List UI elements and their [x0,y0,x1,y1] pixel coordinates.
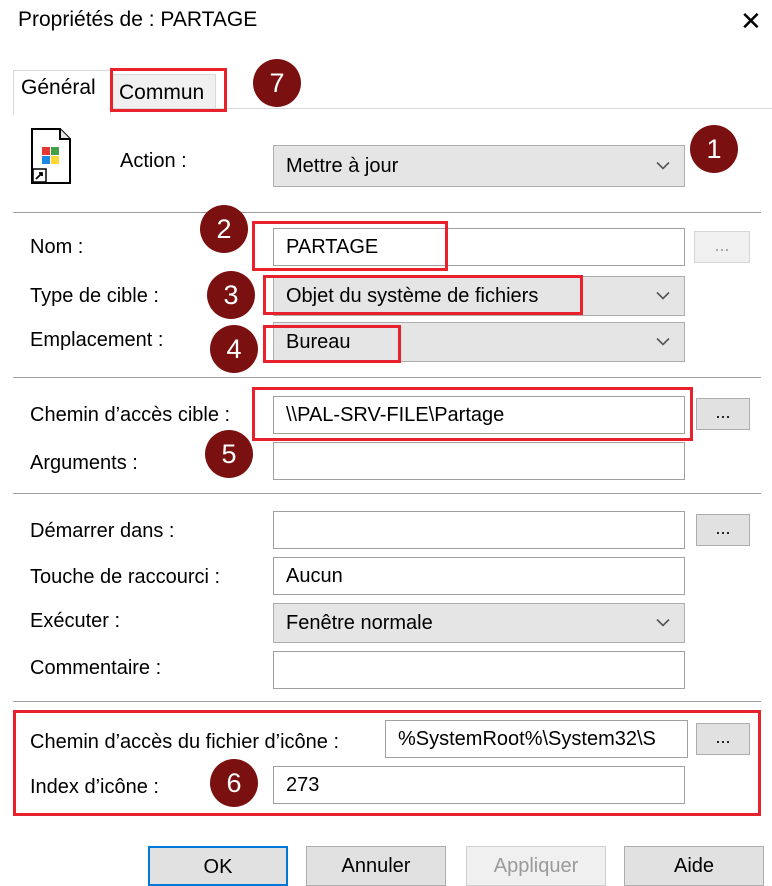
badge-7: 7 [253,59,301,107]
target-path-browse-button[interactable]: ... [696,398,750,430]
shortcut-key-field[interactable]: Aucun [273,557,685,595]
highlight-box-4 [263,325,401,363]
target-type-label: Type de cible : [30,285,159,307]
target-path-label: Chemin d’accès cible : [30,404,231,426]
close-icon[interactable]: ✕ [740,6,762,37]
help-button[interactable]: Aide [624,846,764,886]
badge-4: 4 [210,325,258,373]
action-label: Action : [120,150,187,172]
start-in-field[interactable] [273,511,685,549]
arguments-field[interactable] [273,442,685,480]
section-divider [13,493,761,494]
run-label: Exécuter : [30,610,121,632]
name-browse-button[interactable]: ... [694,231,750,263]
tab-general-label: Général [21,76,96,99]
badge-3: 3 [207,271,255,319]
shortcut-file-icon [31,128,71,184]
section-divider [13,377,761,378]
action-select[interactable]: Mettre à jour [273,145,685,187]
highlight-box-7 [110,68,227,112]
comment-field[interactable] [273,651,685,689]
run-value: Fenêtre normale [286,611,433,634]
chevron-down-icon [656,618,670,627]
highlight-box-5 [252,387,693,441]
tab-general[interactable]: Général [13,70,111,115]
ok-button[interactable]: OK [148,846,288,886]
badge-5: 5 [205,430,253,478]
start-in-label: Démarrer dans : [30,520,175,542]
badge-6: 6 [210,759,258,807]
comment-label: Commentaire : [30,657,162,679]
shortcut-key-value: Aucun [286,564,343,587]
location-label: Emplacement : [30,329,164,351]
highlight-box-6 [13,710,761,816]
cancel-button[interactable]: Annuler [306,846,446,886]
chevron-down-icon [656,291,670,300]
chevron-down-icon [656,161,670,170]
highlight-box-3 [263,275,583,315]
chevron-down-icon [656,337,670,346]
name-label: Nom : [30,236,84,258]
shortcut-key-label: Touche de raccourci : [30,566,221,588]
arguments-label: Arguments : [30,452,138,474]
apply-button[interactable]: Appliquer [466,846,606,886]
section-divider [13,212,761,213]
badge-2: 2 [200,205,248,253]
section-divider [13,701,761,702]
action-value: Mettre à jour [286,154,399,177]
badge-1: 1 [690,125,738,173]
start-in-browse-button[interactable]: ... [696,514,750,546]
highlight-box-2 [252,221,448,271]
run-select[interactable]: Fenêtre normale [273,603,685,643]
window-title: Propriétés de : PARTAGE [18,8,258,31]
